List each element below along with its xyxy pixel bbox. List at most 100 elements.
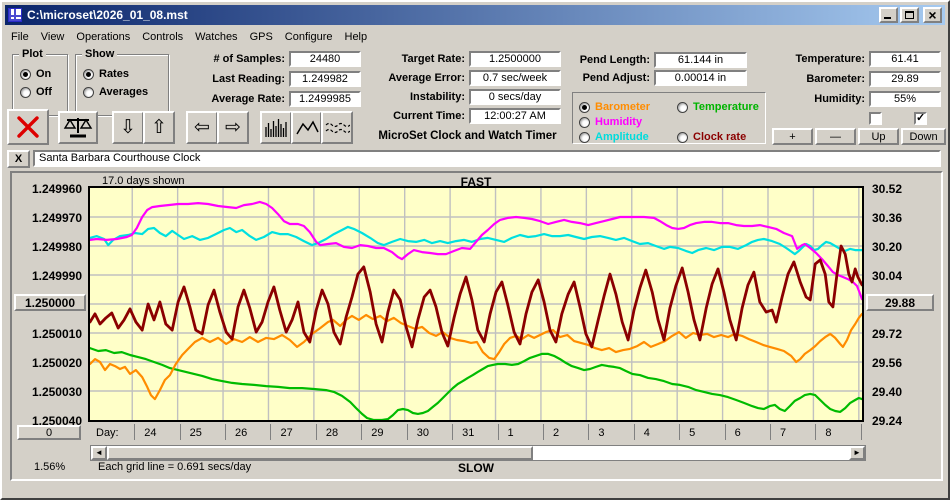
menu-operations[interactable]: Operations (70, 29, 136, 45)
right-axis-tick-2: 30.20 (872, 240, 903, 254)
channel-radio-barometer[interactable] (579, 101, 590, 113)
pend-adjust-value: 0.00014 in (654, 70, 747, 86)
option-rates[interactable]: Rates (83, 65, 168, 83)
channel-radio-amplitude[interactable] (579, 131, 590, 143)
right-axis-tick-8: 29.24 (872, 414, 903, 428)
plot-group: Plot On Off (12, 48, 68, 116)
show-group: Show Rates Averages (75, 48, 169, 116)
channel-radio-humidity[interactable] (579, 116, 590, 128)
left-axis-tick-3: 1.249990 (31, 269, 82, 283)
day-tick-15 (815, 424, 817, 440)
field-row-average-rate: Average Rate: 1.2499985 (187, 91, 361, 107)
plot-canvas (90, 188, 862, 420)
menu-configure[interactable]: Configure (279, 29, 339, 45)
close-button[interactable]: × (923, 7, 942, 23)
shift-right-button[interactable]: ⇨ (217, 111, 249, 144)
channel-radio-temperature[interactable] (677, 101, 688, 113)
right-axis-tick-0: 30.52 (872, 182, 903, 196)
menu-bar: File View Operations Controls Watches GPS Conf… (5, 27, 945, 46)
day-tick-14 (769, 424, 771, 440)
left-axis-tick-2: 1.249980 (31, 240, 82, 254)
line-view-button[interactable] (291, 111, 322, 144)
channel-label-humidity: Humidity (595, 116, 643, 128)
channel-label-temperature: Temperature (693, 101, 759, 113)
field-row-instability: Instability: 0 secs/day (370, 89, 561, 105)
option-on[interactable]: On (20, 65, 67, 83)
day-label-6: 6 (734, 427, 741, 439)
left-axis-tick-6: 1.250020 (31, 356, 82, 370)
show-radio-rates[interactable] (83, 68, 94, 80)
app-caption: MicroSet Clock and Watch Timer (378, 130, 557, 142)
menu-controls[interactable]: Controls (136, 29, 189, 45)
field-row-average-error: Average Error: 0.7 sec/week (370, 70, 561, 86)
day-label-31: 31 (462, 427, 475, 439)
delete-button[interactable] (7, 109, 49, 145)
env-checkbox-1[interactable] (869, 112, 882, 125)
percent-label: 1.56% (34, 461, 66, 473)
rate-calculator-button[interactable] (58, 111, 98, 144)
menu-watches[interactable]: Watches (189, 29, 243, 45)
right-axis-tick-3: 30.04 (872, 269, 903, 283)
zigzag-line-icon (295, 119, 319, 134)
average-error-label: Average Error: (388, 72, 465, 84)
series-name-input[interactable]: Santa Barbara Courthouse Clock (33, 150, 941, 167)
app-icon (8, 8, 22, 22)
day-tick-12 (679, 424, 681, 440)
day-label-4: 4 (643, 427, 650, 439)
minimize-button[interactable] (879, 7, 898, 23)
option-off[interactable]: Off (20, 83, 67, 101)
env-checkbox-2[interactable]: ✓ (914, 112, 927, 125)
channel-amplitude[interactable]: Amplitude (579, 128, 649, 146)
shift-left-button[interactable]: ⇦ (186, 111, 218, 144)
day-tick-2 (225, 424, 227, 440)
channel-clock-rate[interactable]: Clock rate (677, 128, 746, 146)
menu-gps[interactable]: GPS (244, 29, 279, 45)
day-tick-10 (588, 424, 590, 440)
field-row-barometer: Barometer: 29.89 (770, 71, 941, 87)
up-button[interactable]: Up (858, 128, 899, 145)
slow-label: SLOW (458, 461, 494, 475)
title-bar[interactable]: C:\microset\2026_01_08.mst × (5, 5, 945, 25)
field-row-pend-adjust: Pend Adjust: 0.00014 in (564, 70, 747, 86)
shift-down-button[interactable]: ⇩ (112, 111, 144, 144)
chart-scrollbar[interactable]: ◄ ► (90, 445, 866, 461)
plot-radio-off[interactable] (20, 86, 31, 98)
histogram-view-button[interactable] (260, 111, 292, 144)
clear-series-button[interactable]: X (7, 150, 30, 168)
menu-help[interactable]: Help (339, 29, 374, 45)
field-row-of-samples: # of Samples: 24480 (187, 51, 361, 67)
plot-radio-on[interactable] (20, 68, 31, 80)
temperature-value: 61.41 (869, 51, 941, 67)
down-button[interactable]: Down (901, 128, 946, 145)
menu-file[interactable]: File (5, 29, 35, 45)
plot-group-label: Plot (19, 48, 46, 60)
show-label-rates: Rates (99, 68, 129, 80)
day-axis-label: Day: (96, 427, 119, 439)
day-tick-0 (134, 424, 136, 440)
maximize-button[interactable] (900, 7, 919, 23)
show-label-averages: Averages (99, 86, 149, 98)
channel-temperature[interactable]: Temperature (677, 98, 759, 116)
field-row-pend-length: Pend Length: 61.144 in (564, 52, 747, 68)
shift-up-button[interactable]: ⇧ (143, 111, 175, 144)
plus-button[interactable]: + (772, 128, 813, 145)
day-label-2: 2 (552, 427, 560, 439)
pend-length-label: Pend Length: (579, 54, 650, 66)
channel-radio-clock-rate[interactable] (677, 131, 688, 143)
show-radio-averages[interactable] (83, 86, 94, 98)
show-group-label: Show (82, 48, 118, 60)
scrollbar-left-arrow[interactable]: ◄ (91, 446, 107, 460)
day-tick-11 (633, 424, 635, 440)
wave-view-button[interactable] (321, 111, 353, 144)
arrow-down-icon: ⇩ (120, 117, 136, 138)
window-title: C:\microset\2026_01_08.mst (27, 8, 188, 22)
minus-button[interactable]: — (815, 128, 856, 145)
option-averages[interactable]: Averages (83, 83, 168, 101)
of-samples-label: # of Samples: (213, 53, 285, 65)
left-axis-button[interactable]: 1.250000 (14, 294, 86, 311)
scrollbar-thumb[interactable] (107, 446, 533, 460)
menu-view[interactable]: View (35, 29, 71, 45)
day-label-26: 26 (235, 427, 248, 439)
right-axis-button[interactable]: 29.88 (866, 294, 934, 311)
scrollbar-right-arrow[interactable]: ► (849, 446, 865, 460)
